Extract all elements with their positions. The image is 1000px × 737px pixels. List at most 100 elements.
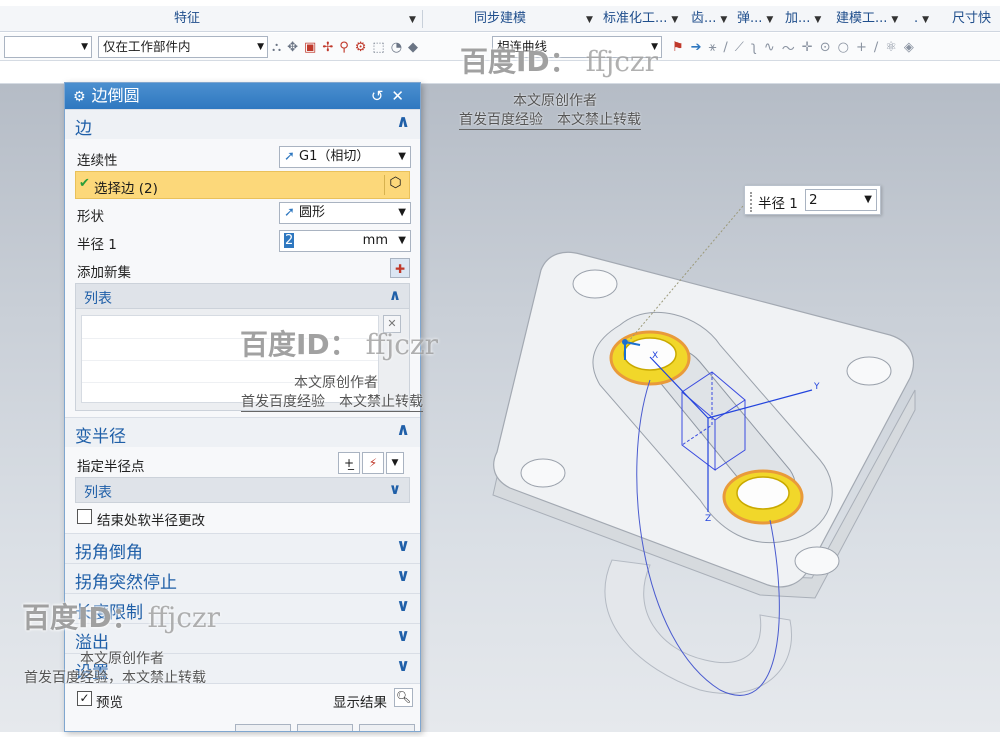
section-variable-radius[interactable]: 变半径 ∧ (65, 417, 420, 447)
snap-toggle-icon[interactable]: ⚑ (672, 40, 684, 55)
specify-point-label: 指定半径点 (77, 459, 145, 475)
chevron-down-icon: ▼ (651, 42, 658, 52)
ok-button[interactable] (235, 724, 291, 731)
show-result-button[interactable]: 🔍︎ (394, 688, 413, 707)
preview-checkbox[interactable]: ✓ (77, 691, 92, 706)
section-corner-setback[interactable]: 拐角倒角 ∨ (65, 533, 420, 563)
ribbon-group-sync-modeling[interactable]: 同步建模 (474, 6, 526, 32)
chevron-down-icon: ▼ (398, 151, 406, 162)
ribbon-group-gear[interactable]: 齿... ▼ (691, 6, 727, 32)
ribbon-group-feature-dropdown[interactable]: ▼ (405, 6, 416, 32)
preview-label: 预览 (96, 695, 123, 711)
cross-icon[interactable]: ✛ (802, 40, 813, 55)
edge-list-header[interactable]: 列表 ∧ (75, 283, 410, 309)
line-icon[interactable]: ∕ (723, 40, 727, 55)
scope-select[interactable]: 仅在工作部件内 ▼ (98, 36, 268, 58)
shape-select[interactable]: ➚ 圆形 ▼ (279, 202, 411, 224)
selection-toolbar: ▼ 仅在工作部件内 ▼ ⛬ ✥ ▣ ✢ ⚲ ⚙ ⬚ ◔ ◆ 相连曲线 ▼ ⚑ ➔ ⚹… (0, 33, 1000, 61)
edge-list: ✕ (75, 309, 410, 411)
chevron-down-icon: ▼ (720, 15, 728, 25)
deselect-icon[interactable]: ⚙ (355, 40, 367, 55)
ribbon-group-sync-dropdown[interactable]: ▼ (582, 6, 593, 32)
point-list-header[interactable]: 列表 ∨ (75, 477, 410, 503)
corner-hole (794, 546, 840, 576)
section-title: 边 (75, 119, 92, 139)
chevron-down-icon: ▼ (398, 207, 406, 218)
wave-icon[interactable]: 〜 (782, 38, 795, 57)
chevron-down-icon: ▼ (891, 15, 899, 25)
continuity-select[interactable]: ➚ G1（相切） ▼ (279, 146, 411, 168)
chevron-down-icon: ▼ (81, 42, 88, 52)
remove-icon[interactable]: ✕ (383, 315, 401, 333)
apply-button[interactable] (297, 724, 353, 731)
cancel-button[interactable] (359, 724, 415, 731)
section-overflow[interactable]: 溢出 ∨ (65, 623, 420, 653)
plus-icon[interactable]: + (856, 40, 867, 55)
close-icon[interactable]: ✕ (391, 87, 412, 105)
select-all-icon[interactable]: ✥ (287, 40, 298, 55)
chevron-down-icon: ▼ (409, 15, 416, 25)
chevron-down-icon: ▼ (398, 235, 406, 246)
selection-tools: ⛬ ✥ ▣ ✢ ⚲ ⚙ ⬚ ◔ ◆ (272, 38, 418, 56)
point-icon[interactable]: ⚛ (885, 40, 897, 55)
ribbon-group-machining[interactable]: 加... ▼ (785, 6, 821, 32)
chevron-down-icon: ∨ (396, 536, 410, 556)
section-title: 拐角突然停止 (75, 573, 177, 593)
body-icon[interactable]: ◆ (408, 40, 418, 55)
y-axis-label: Y (813, 382, 820, 392)
center-icon[interactable]: ⊙ (820, 40, 831, 55)
cube-icon[interactable]: ⬡ (384, 175, 406, 195)
grid-icon[interactable]: ⚹ (709, 40, 717, 55)
add-new-set-button[interactable]: ✚ (390, 258, 410, 278)
select-box-icon[interactable]: ▣ (304, 40, 316, 55)
list-box[interactable] (81, 315, 379, 403)
ribbon-group-modeling-tools[interactable]: 建模工... ▼ (836, 6, 898, 32)
section-edge[interactable]: 边 ∧ (65, 109, 420, 139)
ribbon-group-spring[interactable]: 弹... ▼ (737, 6, 773, 32)
type-filter-select[interactable]: ▼ (4, 36, 92, 58)
ribbon-group-standard-tools[interactable]: 标准化工... ▼ (603, 6, 678, 32)
section-corner-stop[interactable]: 拐角突然停止 ∨ (65, 563, 420, 593)
rectangle-select-icon[interactable]: ⬚ (372, 40, 384, 55)
snap-icon[interactable]: ⛬ (272, 40, 281, 55)
chevron-down-icon: ∨ (396, 566, 410, 586)
dialog-title-bar[interactable]: ⚙ 边倒圆 ↺✕ (65, 83, 420, 109)
chevron-down-icon: ∨ (388, 480, 401, 498)
point-dialog-button[interactable]: +̲ (338, 452, 360, 474)
more-icon[interactable]: ◈ (904, 40, 914, 55)
ribbon-group-feature[interactable]: 特征 (174, 6, 200, 32)
tangent-icon: ➚ (284, 149, 295, 164)
chevron-down-icon: ▼ (814, 15, 822, 25)
circle-icon[interactable]: ○ (838, 40, 849, 55)
curve-icon[interactable]: ʅ (751, 40, 757, 55)
curve-rule-select[interactable]: 相连曲线 ▼ (492, 36, 662, 58)
tangent-icon[interactable]: ⟋ (735, 40, 744, 55)
section-title: 设置 (75, 663, 109, 683)
filter-icon[interactable]: ⚲ (339, 40, 349, 55)
select-edge-row[interactable]: ✔ 选择边 (2) ⬡ (75, 171, 410, 199)
soft-radius-checkbox[interactable] (77, 509, 92, 524)
feature-icon[interactable]: ◔ (391, 40, 402, 55)
gear-icon[interactable]: ⚙ (73, 89, 86, 105)
show-result-label[interactable]: 显示结果 (333, 691, 387, 711)
radius-input[interactable]: 2 mm ▼ (279, 230, 411, 252)
reset-icon[interactable]: ↺ (371, 87, 392, 105)
select-edge-label: 选择边 (2) (94, 181, 158, 197)
section-settings[interactable]: 设置 ∨ (65, 653, 420, 683)
section-length-limit[interactable]: 长度限制 ∨ (65, 593, 420, 623)
spline-icon[interactable]: ∿ (764, 40, 775, 55)
arrow-icon[interactable]: ➔ (691, 40, 702, 55)
point-type-dropdown[interactable]: ▼ (386, 452, 404, 474)
chevron-down-icon: ∨ (396, 626, 410, 646)
ribbon-group-misc[interactable]: . ▼ (914, 6, 929, 32)
check-icon: ✔ (79, 176, 90, 191)
pick-icon[interactable]: ✢ (322, 40, 333, 55)
radius-tip-field[interactable]: 2 ▼ (805, 189, 877, 211)
chevron-down-icon: ∨ (396, 596, 410, 616)
secondary-toolbar (0, 62, 1000, 84)
shape-label: 形状 (77, 209, 104, 225)
radius-onscreen-input: 半径 1 2 ▼ (744, 185, 881, 215)
ribbon-group-dimension[interactable]: 尺寸快 (952, 6, 991, 32)
slash-icon[interactable]: ∕ (874, 40, 878, 55)
point-picker-button[interactable]: ⚡ (362, 452, 384, 474)
